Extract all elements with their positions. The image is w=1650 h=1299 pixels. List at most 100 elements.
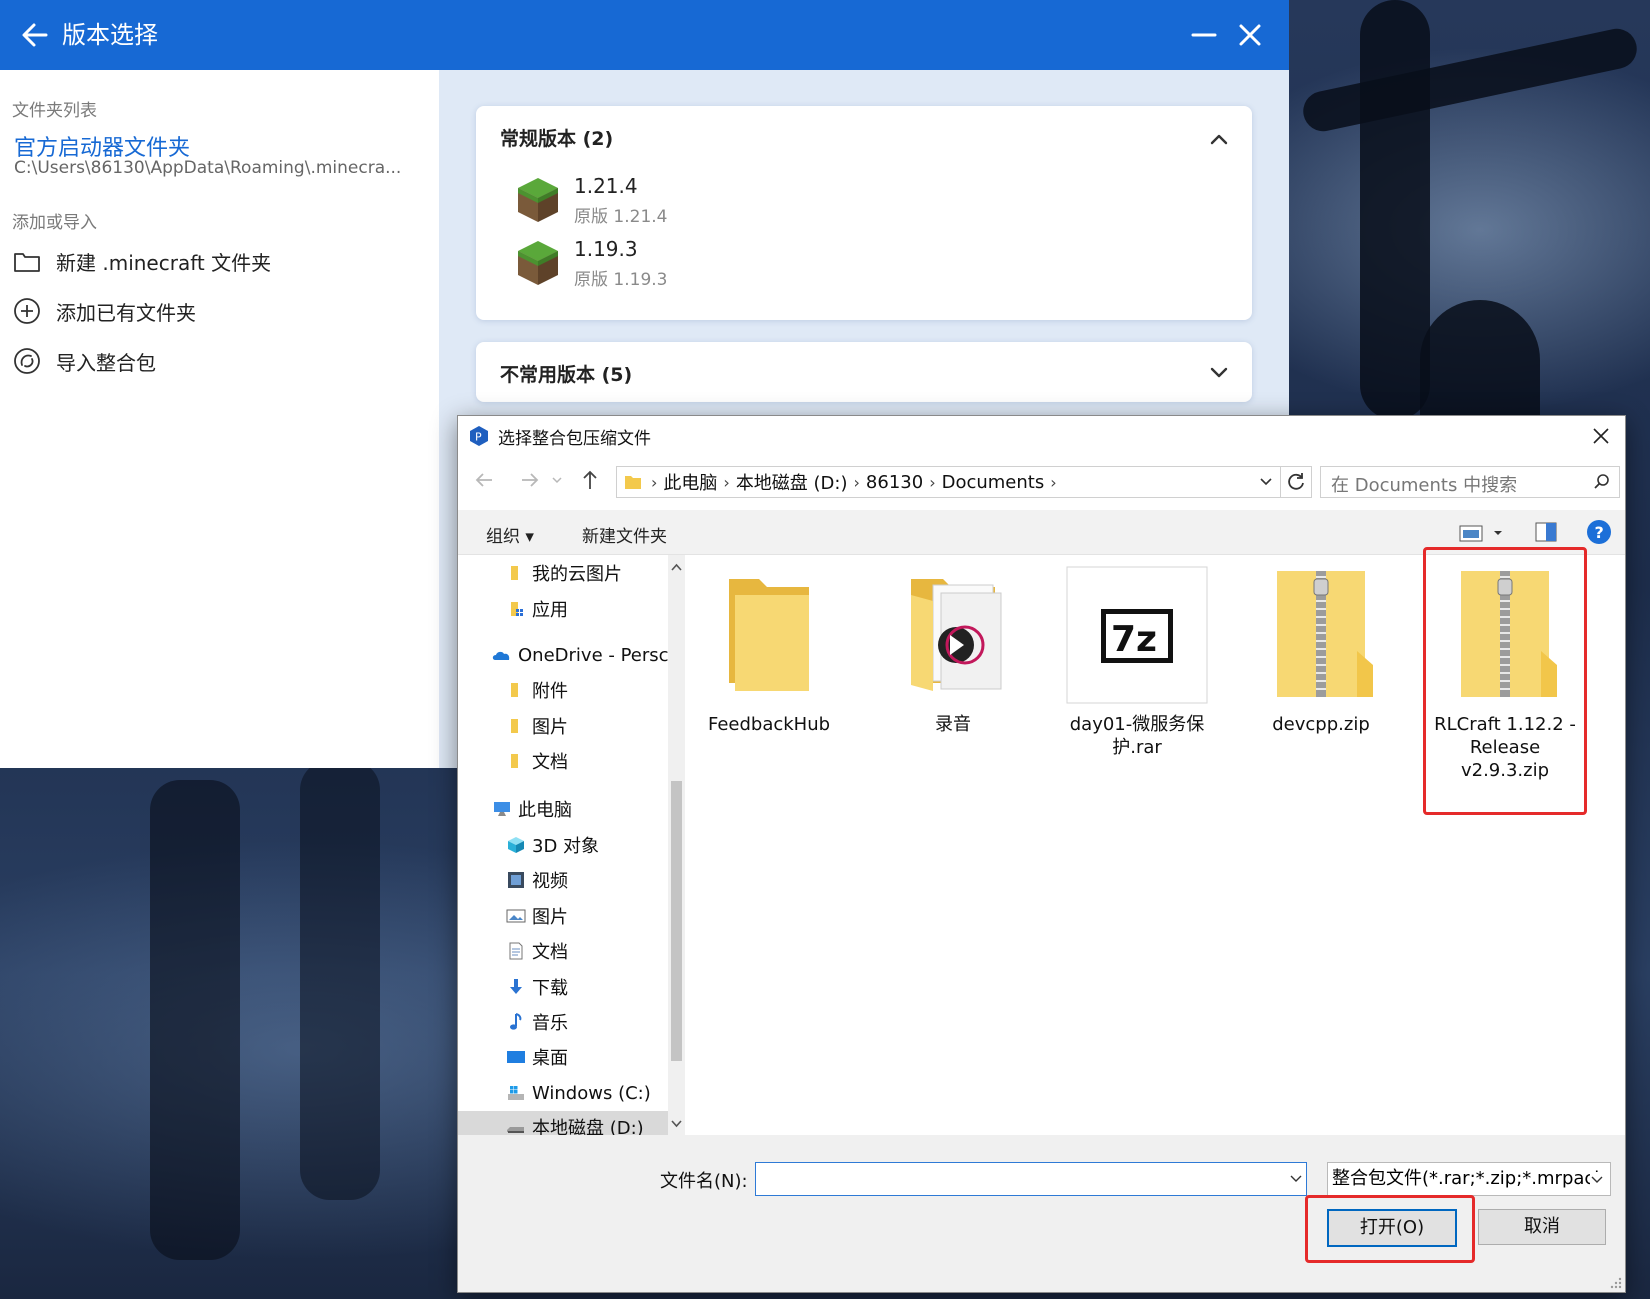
tree-item-label: 下载 — [532, 978, 568, 999]
back-arrow-icon[interactable] — [18, 18, 52, 52]
document-icon — [509, 942, 523, 960]
tree-item-documents[interactable]: 文档 — [458, 935, 682, 967]
tree-item-this-pc[interactable]: 此电脑 — [458, 793, 682, 825]
file-name: day01-微服务保护.rar — [1069, 714, 1205, 758]
media-folder-icon — [911, 579, 1002, 691]
folder-icon — [511, 566, 518, 580]
refresh-icon[interactable] — [1281, 466, 1312, 498]
navigation-tree-scrollbar[interactable] — [668, 555, 685, 1135]
file-item-recordings[interactable]: 录音 — [874, 565, 1032, 736]
sidebar-item-label: 添加已有文件夹 — [56, 300, 196, 325]
highlight-box — [1423, 547, 1587, 815]
file-list: FeedbackHub 录音 7z day01-微服务保护.rar devcpp… — [690, 547, 1620, 1135]
organize-button[interactable]: 组织 ▾ — [486, 522, 534, 547]
close-icon[interactable] — [1233, 18, 1267, 52]
tree-item-label: OneDrive - Persc — [518, 644, 669, 666]
tree-item-3d-objects[interactable]: 3D 对象 — [458, 829, 682, 861]
folder-icon — [511, 719, 518, 733]
chevron-down-icon[interactable] — [1258, 473, 1274, 489]
search-placeholder: 在 Documents 中搜索 — [1331, 475, 1518, 496]
breadcrumb-drive-d[interactable]: 本地磁盘 (D:) — [736, 469, 848, 495]
preview-pane-icon[interactable] — [1534, 521, 1558, 543]
tree-item-label: 附件 — [532, 681, 568, 702]
tree-item-attachments[interactable]: 附件 — [458, 674, 682, 706]
svg-text:7z: 7z — [1111, 619, 1157, 660]
tree-item-onedrive[interactable]: OneDrive - Persc — [458, 639, 682, 671]
tree-item-cloud-pictures[interactable]: 我的云图片 — [458, 557, 682, 589]
search-input[interactable]: 在 Documents 中搜索 — [1320, 466, 1620, 498]
new-minecraft-folder-button[interactable]: 新建 .minecraft 文件夹 — [12, 244, 412, 278]
tree-item-label: 3D 对象 — [532, 836, 600, 857]
tree-item-videos[interactable]: 视频 — [458, 864, 682, 896]
tree-item-label: 应用 — [532, 600, 568, 621]
tree-item-pictures[interactable]: 图片 — [458, 900, 682, 932]
tree-item-label: 我的云图片 — [532, 564, 622, 585]
resize-grip-icon[interactable] — [1609, 1276, 1623, 1290]
minimize-icon[interactable] — [1187, 18, 1221, 52]
desktop-icon — [507, 1051, 525, 1063]
tree-item-onedrive-documents[interactable]: 文档 — [458, 745, 682, 777]
chevron-up-icon[interactable] — [1206, 126, 1232, 152]
version-item-1-19-3[interactable]: 1.19.3 原版 1.19.3 — [516, 233, 916, 293]
file-item-feedbackhub[interactable]: FeedbackHub — [690, 565, 848, 736]
leg-silhouette — [150, 780, 240, 1260]
file-item-devcpp-zip[interactable]: devcpp.zip — [1242, 565, 1400, 736]
up-arrow-icon[interactable] — [578, 468, 602, 492]
tree-item-drive-d[interactable]: 本地磁盘 (D:) — [458, 1111, 682, 1135]
import-modpack-button[interactable]: 导入整合包 — [12, 344, 412, 378]
scroll-up-arrow-icon[interactable] — [670, 561, 683, 574]
version-item-1-21-4[interactable]: 1.21.4 原版 1.21.4 — [516, 170, 916, 230]
music-note-icon — [510, 1013, 522, 1030]
onedrive-cloud-icon — [492, 651, 510, 660]
new-folder-button[interactable]: 新建文件夹 — [582, 522, 667, 547]
folder-icon — [511, 683, 518, 697]
file-name: FeedbackHub — [707, 714, 831, 735]
scroll-down-arrow-icon[interactable] — [670, 1117, 683, 1130]
breadcrumb-separator: › — [853, 472, 860, 492]
recent-locations-chevron-icon[interactable] — [550, 468, 564, 492]
chevron-down-icon[interactable] — [1206, 359, 1232, 385]
version-desc: 原版 1.19.3 — [574, 270, 668, 290]
tree-item-downloads[interactable]: 下载 — [458, 971, 682, 1003]
regular-versions-title[interactable]: 常规版本 (2) — [500, 124, 613, 151]
sidebar-item-label: 新建 .minecraft 文件夹 — [56, 250, 272, 275]
sidebar-item-label: 导入整合包 — [56, 350, 156, 375]
scrollbar-thumb[interactable] — [671, 781, 682, 1061]
breadcrumb-86130[interactable]: 86130 — [866, 472, 923, 493]
filename-input[interactable] — [755, 1162, 1307, 1196]
tree-item-apps[interactable]: 应用 — [458, 593, 682, 625]
chevron-down-icon — [1590, 1172, 1604, 1186]
view-options-icon[interactable] — [1458, 522, 1506, 544]
tree-item-music[interactable]: 音乐 — [458, 1006, 682, 1038]
windows-drive-icon — [508, 1086, 524, 1100]
regular-versions-card: 常规版本 (2) 1.21.4 原版 1.21.4 1.19.3 原版 1.19… — [476, 106, 1252, 320]
close-icon[interactable] — [1589, 424, 1613, 448]
chevron-down-icon[interactable] — [1289, 1171, 1303, 1185]
grass-block-icon — [518, 241, 558, 285]
tree-item-onedrive-pictures[interactable]: 图片 — [458, 710, 682, 742]
filename-label: 文件名(N): — [660, 1171, 748, 1192]
uncommon-versions-card[interactable]: 不常用版本 (5) — [476, 342, 1252, 402]
add-import-heading: 添加或导入 — [12, 213, 97, 233]
back-arrow-icon[interactable] — [472, 468, 496, 492]
tree-item-desktop[interactable]: 桌面 — [458, 1041, 682, 1073]
breadcrumb-separator: › — [651, 472, 658, 492]
breadcrumb-documents[interactable]: Documents — [942, 472, 1045, 493]
download-arrow-icon — [510, 979, 522, 994]
cancel-button[interactable]: 取消 — [1478, 1209, 1606, 1245]
address-bar[interactable]: › 此电脑 › 本地磁盘 (D:) › 86130 › Documents › — [616, 466, 1281, 498]
tree-item-label: 文档 — [532, 942, 568, 963]
breadcrumb-separator: › — [1050, 472, 1057, 492]
folder-icon — [625, 476, 641, 489]
file-type-filter[interactable]: 整合包文件(*.rar;*.zip;*.mrpacl — [1327, 1162, 1611, 1196]
help-icon[interactable]: ? — [1586, 519, 1612, 545]
breadcrumb-separator: › — [723, 472, 730, 492]
add-existing-folder-button[interactable]: 添加已有文件夹 — [12, 294, 412, 328]
svg-text:?: ? — [1595, 523, 1604, 542]
modpack-icon — [14, 348, 40, 374]
tree-branch-silhouette — [1299, 25, 1641, 135]
forward-arrow-icon[interactable] — [518, 468, 542, 492]
file-item-day01-rar[interactable]: 7z day01-微服务保护.rar — [1058, 565, 1216, 759]
tree-item-windows-c[interactable]: Windows (C:) — [458, 1077, 682, 1109]
breadcrumb-this-pc[interactable]: 此电脑 — [663, 469, 717, 495]
